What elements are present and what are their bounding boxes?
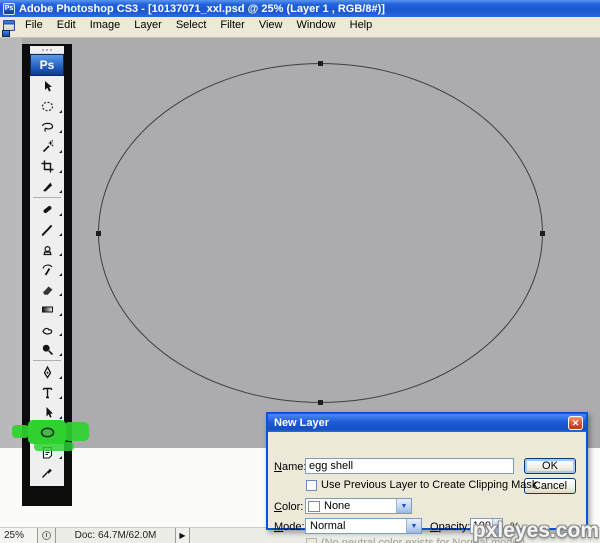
elliptical-marquee-icon[interactable] <box>30 96 64 116</box>
highlight-glow-right <box>64 422 89 441</box>
gradient-tool[interactable] <box>30 299 64 319</box>
path-anchor-left[interactable] <box>96 231 101 236</box>
clone-stamp-tool[interactable] <box>30 239 64 259</box>
photoshop-app-icon: Ps <box>3 3 15 15</box>
type-tool[interactable] <box>30 382 64 402</box>
name-label: Name: <box>274 461 306 473</box>
window-title: Adobe Photoshop CS3 - [10137071_xxl.psd … <box>19 3 385 15</box>
ok-button[interactable]: OK <box>524 458 576 474</box>
status-menu-arrow-icon[interactable]: ▶ <box>176 528 190 543</box>
pxleyes-watermark: pxleyes.com <box>473 519 599 543</box>
move-tool[interactable] <box>30 76 64 96</box>
opacity-label: Opacity: <box>430 521 470 533</box>
menu-layer[interactable]: Layer <box>127 18 169 32</box>
status-icon-box <box>38 528 56 543</box>
menu-window[interactable]: Window <box>290 18 343 32</box>
clock-icon <box>42 531 51 540</box>
path-anchor-right[interactable] <box>540 231 545 236</box>
path-selection-tool[interactable] <box>30 402 64 422</box>
photoshop-window: Ps Adobe Photoshop CS3 - [10137071_xxl.p… <box>0 0 600 543</box>
menu-view[interactable]: View <box>252 18 290 32</box>
menu-help[interactable]: Help <box>343 18 380 32</box>
menu-file[interactable]: File <box>18 18 50 32</box>
mode-label: Mode: <box>274 521 305 533</box>
magic-wand-tool[interactable] <box>30 136 64 156</box>
clipping-mask-checkbox[interactable] <box>306 480 317 491</box>
eyedropper-tool[interactable] <box>30 462 64 482</box>
path-anchor-bottom[interactable] <box>318 400 323 405</box>
smudge-tool[interactable] <box>30 319 64 339</box>
doc-size: Doc: 64.7M/62.0M <box>75 530 157 541</box>
chevron-down-icon[interactable]: ▼ <box>406 519 421 533</box>
menu-edit[interactable]: Edit <box>50 18 83 32</box>
dialog-title: New Layer <box>274 417 568 429</box>
color-value: None <box>324 500 396 512</box>
lasso-tool[interactable] <box>30 116 64 136</box>
tool-palette: Ps <box>22 44 72 506</box>
doc-size-field: Doc: 64.7M/62.0M <box>56 528 176 543</box>
color-dropdown[interactable]: None ▼ <box>305 498 412 514</box>
mode-dropdown[interactable]: Normal ▼ <box>305 518 422 534</box>
crop-tool[interactable] <box>30 156 64 176</box>
menu-select[interactable]: Select <box>169 18 214 32</box>
dialog-title-bar[interactable]: New Layer ✕ <box>268 414 586 432</box>
close-icon[interactable]: ✕ <box>568 416 583 430</box>
palette-grip[interactable] <box>30 46 64 54</box>
clipping-mask-label: Use Previous Layer to Create Clipping Ma… <box>321 479 537 491</box>
highlight-glow-left <box>12 425 29 438</box>
menu-bar: File Edit Image Layer Select Filter View… <box>0 17 600 33</box>
new-layer-dialog: New Layer ✕ Name: OK Cancel Use Previous… <box>266 412 588 530</box>
eraser-tool[interactable] <box>30 279 64 299</box>
minimized-doc-icon <box>2 30 10 37</box>
tool-separator <box>33 197 61 198</box>
pen-tool[interactable] <box>30 362 64 382</box>
ellipse-path[interactable] <box>98 63 543 403</box>
layer-name-input[interactable] <box>305 458 514 474</box>
ellipse-tool-selected[interactable] <box>30 422 64 442</box>
title-bar: Ps Adobe Photoshop CS3 - [10137071_xxl.p… <box>0 0 600 17</box>
color-swatch <box>308 501 320 512</box>
brush-tool[interactable] <box>30 219 64 239</box>
color-label: Color: <box>274 501 303 513</box>
zoom-level-field[interactable]: 25% <box>0 528 38 543</box>
ellipse-shape-icon <box>39 425 56 440</box>
menu-filter[interactable]: Filter <box>213 18 251 32</box>
ps-logo: Ps <box>30 54 64 76</box>
mode-value: Normal <box>310 520 406 532</box>
chevron-down-icon[interactable]: ▼ <box>396 499 411 513</box>
neutral-color-checkbox <box>306 538 317 543</box>
path-anchor-top[interactable] <box>318 61 323 66</box>
workspace-margin <box>0 38 22 448</box>
history-brush-tool[interactable] <box>30 259 64 279</box>
document-icon <box>3 20 15 31</box>
menu-image[interactable]: Image <box>83 18 128 32</box>
dodge-tool[interactable] <box>30 339 64 359</box>
slice-tool[interactable] <box>30 176 64 196</box>
zoom-level: 25% <box>4 530 24 541</box>
spot-healing-brush-tool[interactable] <box>30 199 64 219</box>
tool-separator <box>33 360 61 361</box>
